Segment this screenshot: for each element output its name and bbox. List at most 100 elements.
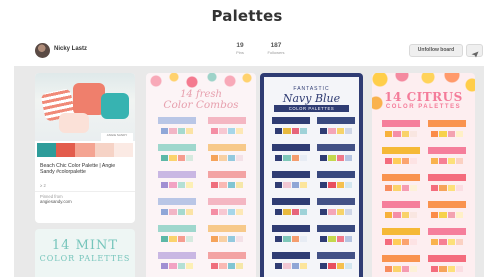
palette-label-banner	[382, 228, 420, 235]
palette-card	[208, 198, 246, 224]
palette-label-banner	[382, 147, 420, 154]
palette-swatches	[275, 182, 307, 188]
palette-card	[158, 171, 196, 197]
pillow-image	[101, 93, 129, 119]
palette-label-banner	[317, 144, 355, 151]
palette-label-banner	[272, 117, 310, 124]
palette-swatches	[275, 128, 307, 134]
brand-watermark: ANGIE SANDY	[101, 133, 133, 141]
board-header: Nicky Lastz 19 Pins 187 Followers Unfoll…	[14, 39, 484, 63]
palette-swatches	[211, 209, 243, 215]
palette-card	[382, 255, 420, 277]
palette-card	[208, 252, 246, 277]
palette-label-banner	[158, 117, 196, 124]
palette-swatches	[385, 131, 417, 137]
palette-label-banner	[428, 201, 466, 208]
palette-swatches	[275, 209, 307, 215]
palette-label-banner	[208, 117, 246, 124]
send-icon	[471, 51, 478, 58]
palette-swatches	[320, 263, 352, 269]
palette-swatches	[275, 155, 307, 161]
palette-swatches	[385, 239, 417, 245]
palette-card	[272, 171, 310, 197]
palette-card	[208, 117, 246, 143]
palette-swatches	[320, 209, 352, 215]
palette-card	[158, 252, 196, 277]
pins-count: 19	[236, 42, 244, 49]
avatar[interactable]	[35, 43, 50, 58]
palette-card	[382, 120, 420, 146]
pin-source-link[interactable]: angiesandy.com	[40, 199, 72, 204]
palette-swatches	[275, 236, 307, 242]
palette-card	[428, 174, 466, 200]
palette-card	[158, 198, 196, 224]
pin-fresh-color-combos[interactable]: 14 fresh Color Combos	[146, 73, 256, 277]
palette-label-banner	[382, 255, 420, 262]
pin-mint-palettes[interactable]: 14 MINT COLOR PALETTES	[35, 229, 135, 277]
palette-card	[382, 228, 420, 254]
palette-label-banner	[208, 225, 246, 232]
palette-label-banner	[317, 117, 355, 124]
pin-beach-chic[interactable]: ANGIE SANDY Beach Chic Color Palette | A…	[35, 73, 135, 223]
palette-card	[158, 225, 196, 251]
palette-label-banner	[208, 198, 246, 205]
send-board-button[interactable]	[466, 44, 483, 58]
palette-card	[382, 174, 420, 200]
pin-image-title: 14 fresh Color Combos	[146, 89, 256, 111]
followers-count: 187	[270, 42, 282, 49]
color-swatches	[37, 143, 134, 157]
palette-swatches	[431, 185, 463, 191]
repin-count: ≥ 2	[40, 183, 46, 188]
palette-swatches	[431, 212, 463, 218]
unfollow-board-button[interactable]: Unfollow board	[409, 44, 463, 57]
pillow-image	[59, 113, 89, 133]
palette-card	[158, 117, 196, 143]
palette-label-banner	[272, 252, 310, 259]
palette-label-banner	[428, 228, 466, 235]
palette-swatches	[431, 131, 463, 137]
palette-card	[428, 201, 466, 227]
palette-label-banner	[208, 144, 246, 151]
palette-card	[317, 225, 355, 251]
palette-label-banner	[208, 252, 246, 259]
palette-label-banner	[272, 198, 310, 205]
pin-image[interactable]: ANGIE SANDY	[35, 73, 135, 141]
pins-count-stat[interactable]: 19 Pins	[229, 42, 251, 55]
palette-label-banner	[382, 120, 420, 127]
palette-label-banner	[317, 252, 355, 259]
palette-swatches	[161, 236, 193, 242]
divider	[35, 191, 135, 192]
board-owner-name[interactable]: Nicky Lastz	[54, 46, 87, 52]
pin-navy-blue-palettes[interactable]: FANTASTIC Navy Blue COLOR PALETTES	[260, 73, 363, 277]
palette-swatches	[211, 155, 243, 161]
palette-label-banner	[158, 144, 196, 151]
pin-image-subtitle: COLOR PALETTES	[39, 254, 131, 263]
pin-citrus-palettes[interactable]: 14 CITRUS COLOR PALETTES	[372, 73, 475, 277]
palette-card	[317, 144, 355, 170]
palette-label-banner	[158, 225, 196, 232]
palette-card	[317, 198, 355, 224]
palette-swatches	[320, 182, 352, 188]
palette-card	[272, 252, 310, 277]
palette-swatches	[161, 155, 193, 161]
pins-label: Pins	[236, 50, 244, 55]
palette-card	[428, 147, 466, 173]
palette-card	[272, 225, 310, 251]
followers-count-stat[interactable]: 187 Followers	[261, 42, 291, 55]
palette-label-banner	[158, 252, 196, 259]
pin-image: FANTASTIC Navy Blue COLOR PALETTES	[264, 77, 359, 277]
pin-image-subtitle: COLOR PALETTES	[274, 105, 349, 112]
palette-swatches	[161, 263, 193, 269]
pin-image-title: 14 MINT	[51, 238, 119, 253]
palette-swatches	[385, 185, 417, 191]
palette-card	[272, 198, 310, 224]
palette-swatches	[431, 158, 463, 164]
palette-label-banner	[382, 174, 420, 181]
palette-label-banner	[272, 225, 310, 232]
pin-image-title: Navy Blue	[282, 92, 341, 105]
palette-label-banner	[428, 147, 466, 154]
palette-swatches	[320, 236, 352, 242]
palette-swatches	[320, 155, 352, 161]
pin-description[interactable]: Beach Chic Color Palette | Angie Sandy #…	[40, 163, 130, 176]
palette-swatches	[161, 182, 193, 188]
